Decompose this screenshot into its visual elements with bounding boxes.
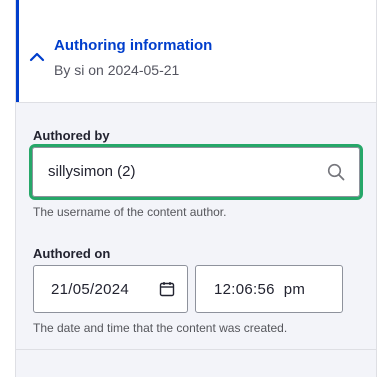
section-body: Authored by sillysimon (2) The username … bbox=[16, 103, 376, 377]
authored-on-time-input[interactable]: 12:06:56 pm bbox=[195, 265, 343, 313]
divider bbox=[16, 349, 376, 350]
time-value: 12:06:56 pm bbox=[214, 281, 306, 298]
authoring-information-summary[interactable]: Authoring information By si on 2024-05-2… bbox=[16, 0, 376, 102]
authored-by-description: The username of the content author. bbox=[33, 205, 227, 219]
authored-on-description: The date and time that the content was c… bbox=[33, 321, 288, 335]
authored-by-value: sillysimon (2) bbox=[48, 163, 136, 180]
authoring-information-panel: Authoring information By si on 2024-05-2… bbox=[15, 0, 377, 377]
authored-by-input[interactable]: sillysimon (2) bbox=[29, 144, 363, 200]
authored-by-label: Authored by bbox=[33, 128, 110, 143]
search-icon bbox=[327, 163, 345, 181]
authored-on-date-input[interactable]: 21/05/2024 bbox=[33, 265, 188, 313]
section-summary-meta: By si on 2024-05-21 bbox=[54, 62, 180, 78]
authored-on-label: Authored on bbox=[33, 246, 111, 261]
section-title: Authoring information bbox=[54, 37, 213, 54]
calendar-icon[interactable] bbox=[159, 281, 175, 297]
chevron-up-icon bbox=[29, 52, 45, 62]
date-value: 21/05/2024 bbox=[51, 281, 130, 298]
